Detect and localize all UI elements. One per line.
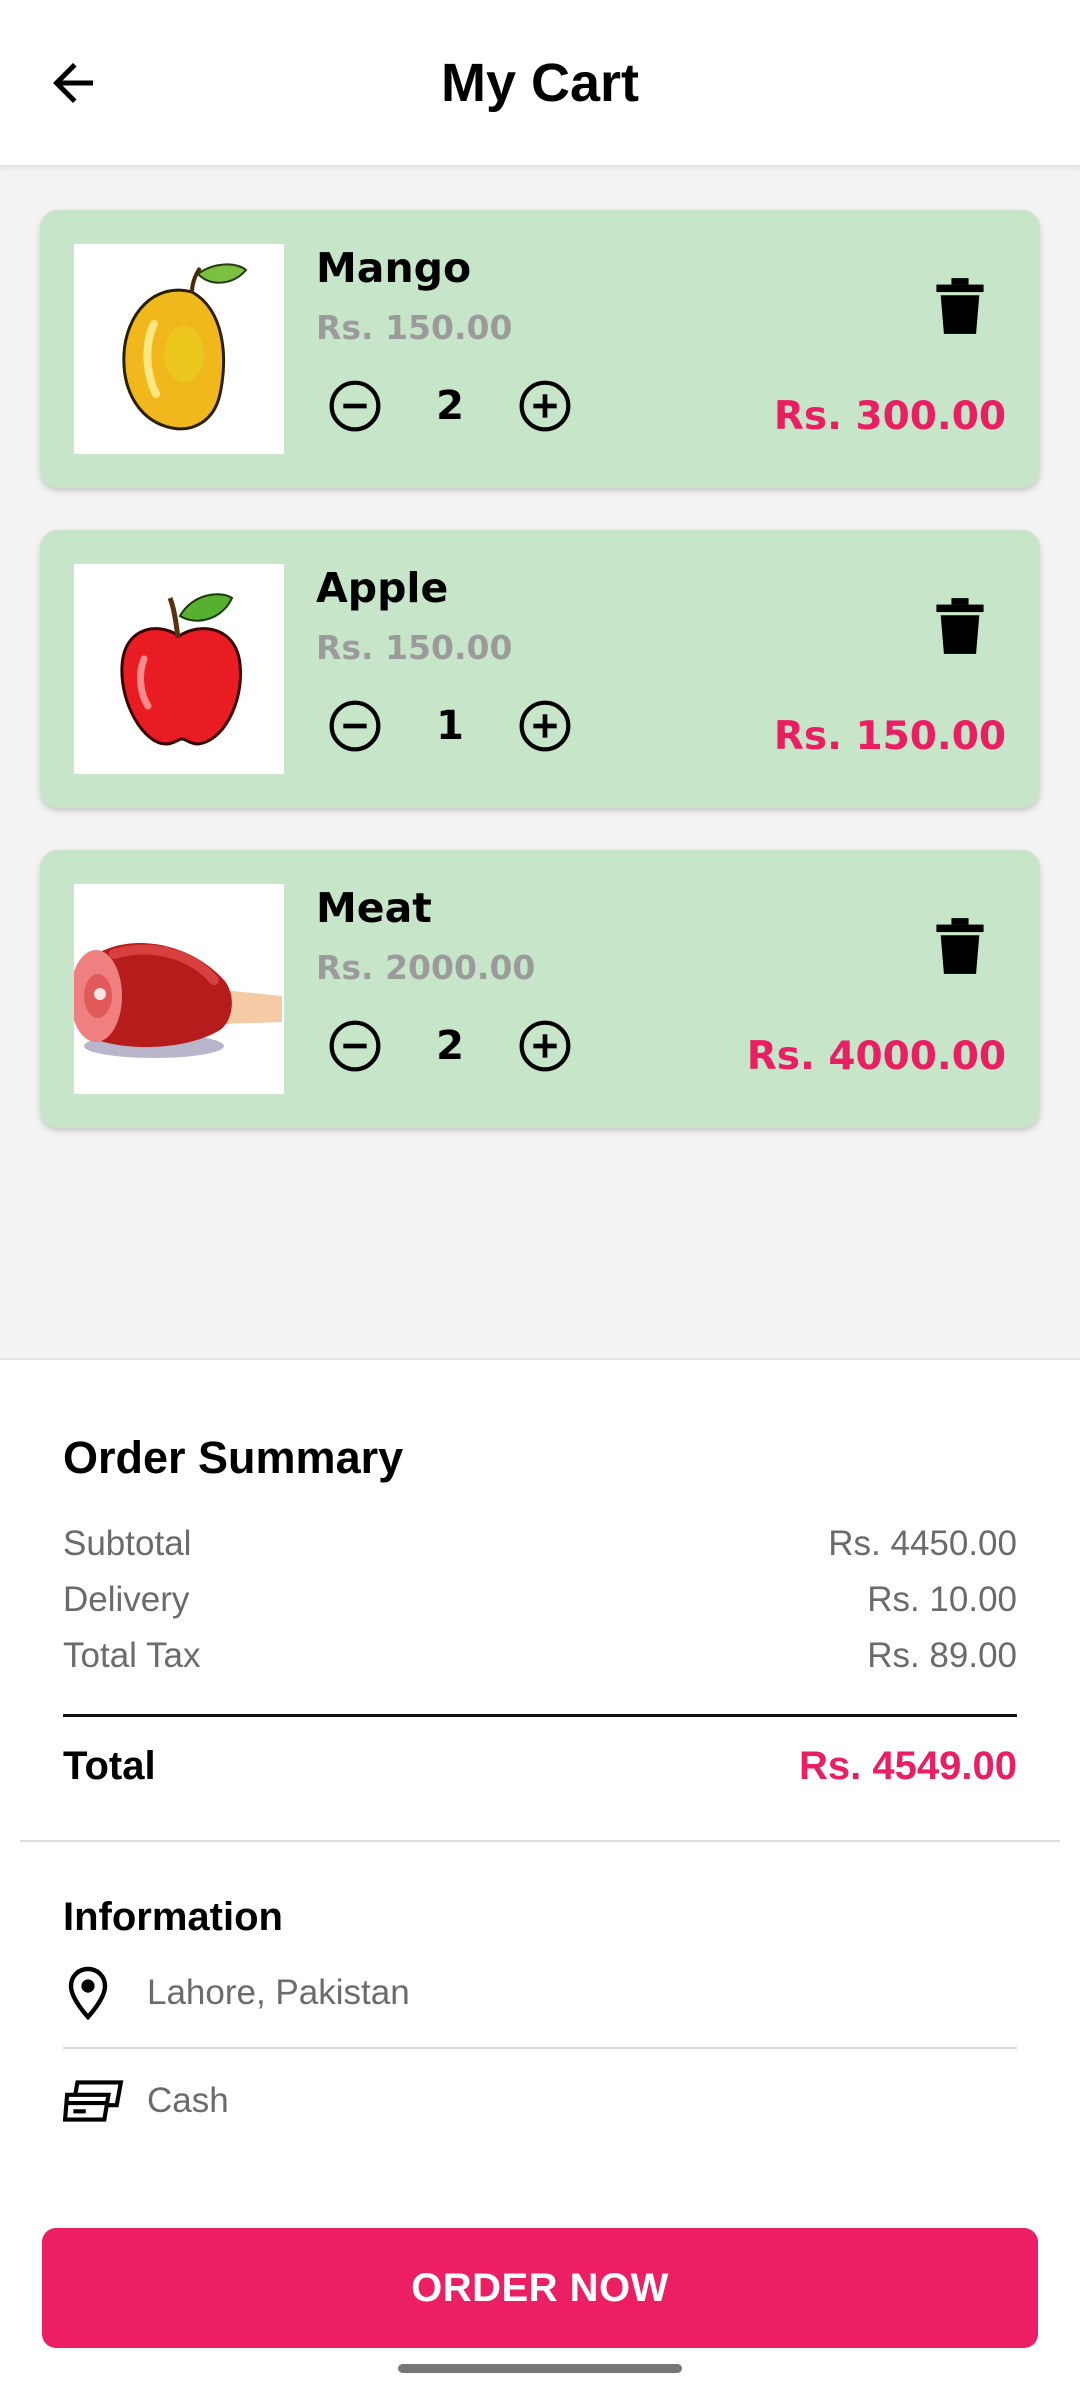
location-pin-icon [63, 1962, 125, 2024]
quantity-value: 2 [436, 1023, 464, 1069]
item-name: Apple [316, 564, 449, 612]
delete-item-button[interactable] [930, 592, 990, 660]
cart-list: Mango Rs. 150.00 2 Rs. 300.00 Apple Rs. … [40, 210, 1040, 1170]
product-image-mango [74, 244, 284, 454]
minus-circle-icon [329, 1020, 381, 1072]
plus-circle-icon [519, 700, 571, 752]
section-divider [20, 1840, 1060, 1842]
product-image-apple [74, 564, 284, 774]
delivery-value: Rs. 10.00 [867, 1580, 1017, 1619]
item-name: Mango [316, 244, 472, 292]
product-image-meat [74, 884, 284, 1094]
increase-quantity-button[interactable] [516, 377, 574, 435]
delete-item-button[interactable] [930, 912, 990, 980]
home-indicator[interactable] [398, 2364, 682, 2373]
total-row: Total Rs. 4549.00 [63, 1744, 1017, 1789]
quantity-stepper: 1 [326, 694, 574, 758]
order-summary-title: Order Summary [63, 1432, 404, 1483]
item-line-total: Rs. 150.00 [773, 714, 1006, 759]
delivery-location-row[interactable]: Lahore, Pakistan [63, 1958, 1017, 2028]
tax-row: Total Tax Rs. 89.00 [63, 1636, 1017, 1676]
delivery-row: Delivery Rs. 10.00 [63, 1580, 1017, 1620]
plus-circle-icon [519, 1020, 571, 1072]
payment-method-row[interactable]: Cash [63, 2066, 1017, 2136]
total-label: Total [63, 1744, 156, 1788]
quantity-stepper: 2 [326, 374, 574, 438]
plus-circle-icon [519, 380, 571, 432]
trash-icon [936, 598, 984, 654]
trash-icon [936, 278, 984, 334]
minus-circle-icon [329, 380, 381, 432]
item-unit-price: Rs. 2000.00 [316, 948, 536, 987]
delete-item-button[interactable] [930, 272, 990, 340]
information-title: Information [63, 1895, 283, 1939]
item-line-total: Rs. 300.00 [773, 394, 1006, 439]
decrease-quantity-button[interactable] [326, 377, 384, 435]
cart-item: Mango Rs. 150.00 2 Rs. 300.00 [40, 210, 1040, 488]
minus-circle-icon [329, 700, 381, 752]
item-unit-price: Rs. 150.00 [316, 308, 513, 347]
tax-label: Total Tax [63, 1636, 201, 1675]
decrease-quantity-button[interactable] [326, 1017, 384, 1075]
increase-quantity-button[interactable] [516, 697, 574, 755]
item-name: Meat [316, 884, 432, 932]
subtotal-label: Subtotal [63, 1524, 192, 1563]
increase-quantity-button[interactable] [516, 1017, 574, 1075]
payment-text: Cash [147, 2081, 229, 2120]
total-value: Rs. 4549.00 [799, 1744, 1017, 1788]
item-unit-price: Rs. 150.00 [316, 628, 513, 667]
payment-card-icon [63, 2070, 125, 2132]
trash-icon [936, 918, 984, 974]
cart-item: Apple Rs. 150.00 1 Rs. 150.00 [40, 530, 1040, 808]
app-header: My Cart [0, 0, 1080, 167]
quantity-value: 1 [436, 703, 464, 749]
order-now-button[interactable]: ORDER NOW [42, 2228, 1038, 2348]
item-line-total: Rs. 4000.00 [746, 1034, 1006, 1079]
tax-value: Rs. 89.00 [867, 1636, 1017, 1675]
summary-divider [63, 1714, 1017, 1717]
page-title: My Cart [440, 53, 640, 113]
info-divider [63, 2047, 1017, 2049]
quantity-value: 2 [436, 383, 464, 429]
decrease-quantity-button[interactable] [326, 697, 384, 755]
location-text: Lahore, Pakistan [147, 1973, 410, 2012]
quantity-stepper: 2 [326, 1014, 574, 1078]
cart-item: Meat Rs. 2000.00 2 Rs. 4000.00 [40, 850, 1040, 1128]
subtotal-row: Subtotal Rs. 4450.00 [63, 1524, 1017, 1564]
delivery-label: Delivery [63, 1580, 190, 1619]
subtotal-value: Rs. 4450.00 [828, 1524, 1017, 1563]
